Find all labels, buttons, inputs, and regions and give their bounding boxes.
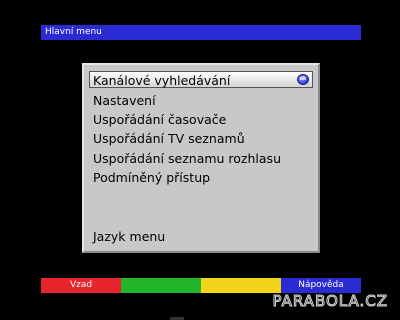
yellow-key[interactable] [201, 278, 281, 293]
menu-item-label: Jazyk menu [93, 229, 166, 244]
page-title: Hlavní menu [45, 27, 102, 37]
menu-item-channel-search[interactable]: Kanálové vyhledávání ok [89, 71, 313, 88]
menu-item-label: Uspořádání TV seznamů [93, 131, 245, 146]
menu-item-menu-language[interactable]: Jazyk menu [90, 227, 312, 246]
watermark: PARABOLA.CZ [272, 292, 388, 310]
main-menu-panel: Kanálové vyhledávání ok Nastavení Uspořá… [82, 63, 320, 253]
menu-item-timer[interactable]: Uspořádání časovače [90, 110, 312, 129]
color-key-bar: Vzad Nápověda [41, 278, 361, 293]
menu-item-label: Podmíněný přístup [93, 170, 211, 185]
green-key[interactable] [121, 278, 201, 293]
ok-button-icon: ok [297, 74, 309, 85]
menu-item-label: Uspořádání časovače [93, 112, 227, 127]
menu-item-settings[interactable]: Nastavení [90, 91, 312, 110]
menu-item-radio-list[interactable]: Uspořádání seznamu rozhlasu [90, 149, 312, 168]
menu-item-label: Nastavení [93, 93, 156, 108]
menu-item-tv-lists[interactable]: Uspořádání TV seznamů [90, 129, 312, 148]
blue-key-help-button[interactable]: Nápověda [281, 278, 361, 293]
menu-item-conditional-access[interactable]: Podmíněný přístup [90, 168, 312, 187]
menu-item-label: Uspořádání seznamu rozhlasu [93, 151, 281, 166]
title-bar: Hlavní menu [41, 25, 361, 40]
menu-item-label: Kanálové vyhledávání [93, 73, 231, 88]
red-key-back-button[interactable]: Vzad [41, 278, 121, 293]
